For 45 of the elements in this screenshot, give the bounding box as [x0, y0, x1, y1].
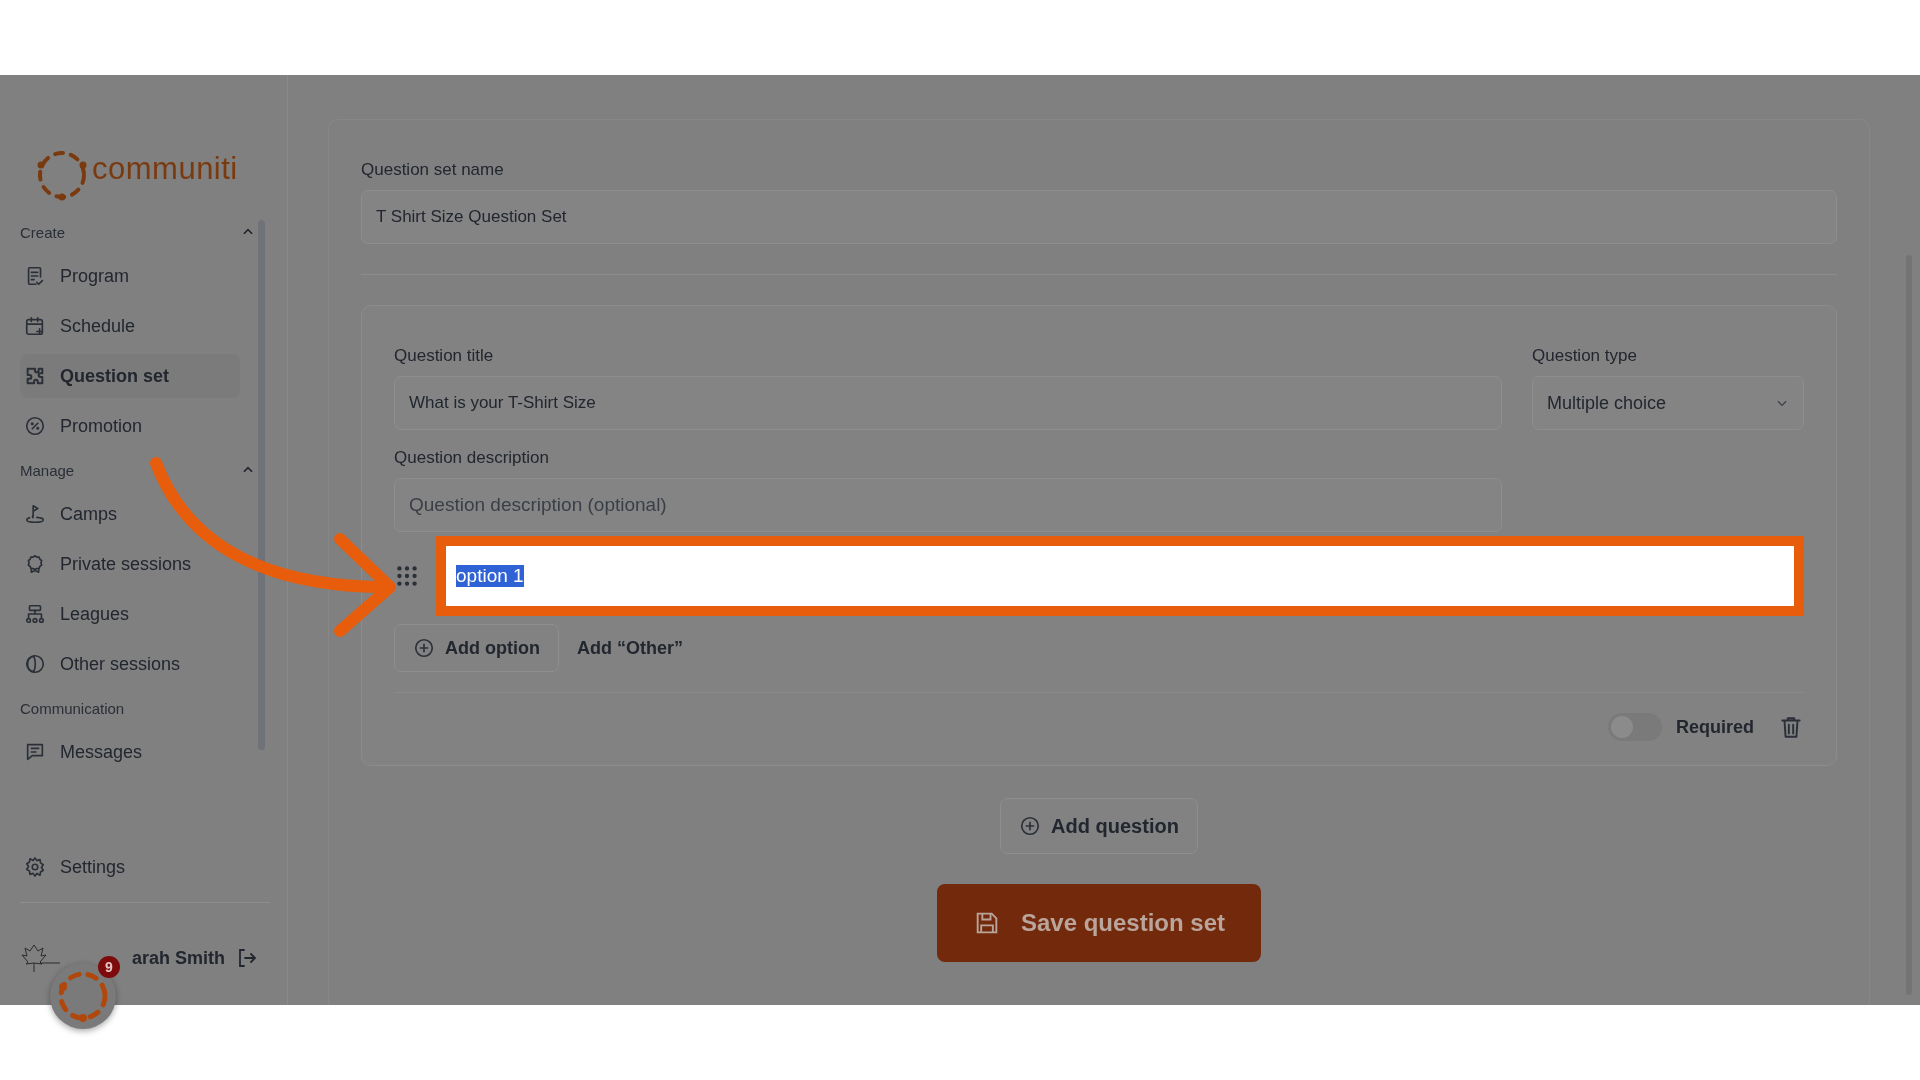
field-label: Question description — [394, 448, 550, 468]
scrollbar[interactable] — [258, 220, 265, 750]
nav-item[interactable]: Leagues — [20, 592, 240, 636]
save-button[interactable]: Save question set — [936, 884, 1262, 962]
drag-handle-icon[interactable] — [394, 563, 420, 589]
add-question-button[interactable]: Add question — [1000, 798, 1198, 854]
nav-item[interactable]: Private sessions — [20, 542, 240, 586]
nav-item[interactable]: Promotion — [20, 404, 240, 448]
nav-item[interactable]: Question set — [20, 354, 240, 398]
sitemap-icon — [24, 603, 46, 625]
section-title: Communication — [20, 699, 125, 717]
message-icon — [24, 741, 46, 763]
avatar-icon — [20, 943, 62, 973]
add-option-button[interactable]: Add option — [394, 624, 559, 672]
nav-item[interactable]: Settings — [20, 845, 240, 889]
toggle-label: Required — [1676, 716, 1754, 738]
field-label: Question type — [1532, 346, 1638, 366]
field-label: Question set name — [361, 160, 505, 180]
calendar-icon — [24, 315, 46, 337]
settings-icon — [24, 856, 46, 878]
flag-icon — [24, 503, 46, 525]
option-field[interactable]: option 1 — [436, 536, 1804, 616]
split-circle-icon — [24, 653, 46, 675]
add-other-link[interactable]: Add “Other” — [576, 637, 683, 659]
name-field[interactable]: T Shirt Size Question Set — [361, 190, 1837, 244]
puzzle-icon — [24, 365, 46, 387]
section-title: Manage — [20, 461, 75, 479]
plus-icon — [1019, 815, 1042, 837]
nav-item[interactable]: Schedule — [20, 304, 240, 348]
percent-icon — [24, 415, 46, 437]
plus-icon — [413, 637, 435, 659]
user-name: arah Smith — [132, 947, 226, 969]
nav-item[interactable]: Other sessions — [20, 642, 240, 686]
section-title: Create — [20, 223, 66, 241]
notification-badge: 9 — [98, 956, 120, 978]
nav-item[interactable]: Program — [20, 254, 240, 298]
nav-item[interactable]: Camps — [20, 492, 240, 536]
option-value: option 1 — [456, 565, 524, 587]
trash-icon — [1778, 714, 1804, 740]
nav-item[interactable]: Messages — [20, 730, 240, 774]
type-select[interactable]: Multiple choice — [1532, 376, 1804, 430]
logo-text: communiti — [92, 151, 238, 187]
title-field[interactable]: What is your T-Shirt Size — [394, 376, 1502, 430]
field-label: Question title — [394, 346, 495, 366]
description-field[interactable]: Question description (optional) — [394, 478, 1502, 532]
